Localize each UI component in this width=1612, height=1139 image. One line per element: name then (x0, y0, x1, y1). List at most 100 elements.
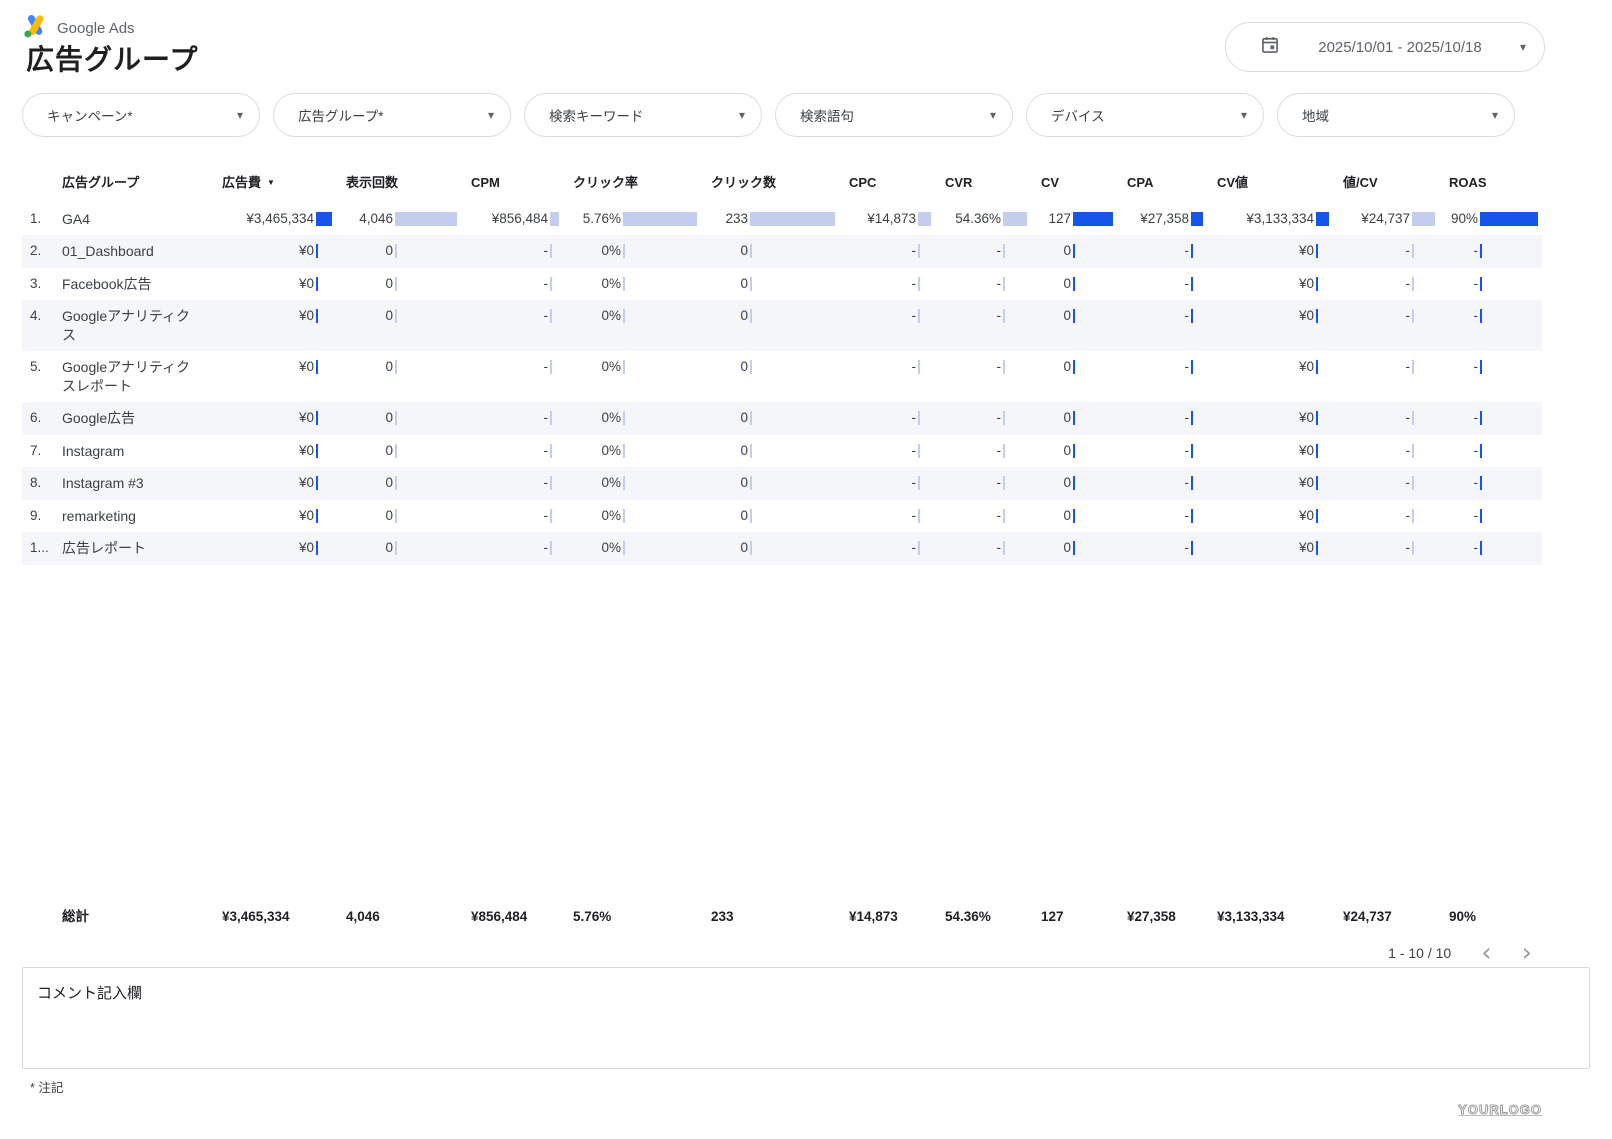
filter-pill-2[interactable]: 広告グループ*▾ (273, 93, 511, 137)
bar-cv (1073, 309, 1075, 323)
bar-cv (1073, 444, 1075, 458)
cell-cpa: - (1127, 435, 1217, 468)
table-row: 4.Googleアナリティクス¥00-0%0--0-¥0-- (22, 300, 1542, 351)
table-header-row: 広告グループ広告費▼表示回数CPMクリック率クリック数CPCCVRCVCPACV… (22, 167, 1542, 203)
cell-value_per_cv: - (1343, 300, 1449, 333)
filter-pill-4[interactable]: 検索語句▾ (775, 93, 1013, 137)
bar-ctr (623, 476, 625, 490)
cell-cv_value: ¥0 (1217, 500, 1343, 533)
prev-page-button[interactable]: ‹ (1481, 943, 1491, 963)
cell-ctr: 0% (573, 351, 711, 384)
column-header-cvr[interactable]: CVR (945, 167, 1041, 203)
table-row: 1.GA4¥3,465,3344,046¥856,4845.76%233¥14,… (22, 203, 1542, 236)
filter-label: 検索語句 (800, 105, 990, 125)
cell-cpc: ¥14,873 (849, 203, 945, 236)
cell-cpc: - (849, 351, 945, 384)
bar-roas (1480, 360, 1482, 374)
cell-ctr: 0% (573, 268, 711, 301)
cell-cpc: - (849, 500, 945, 533)
cell-cv: 127 (1041, 203, 1127, 236)
cell-cpm: - (471, 402, 573, 435)
cell-impressions: 4,046 (346, 203, 471, 236)
cell-ctr: 0% (573, 467, 711, 500)
bar-cv (1073, 244, 1075, 258)
cell-cv: 0 (1041, 300, 1127, 333)
bar-cvr (1003, 212, 1027, 226)
date-range-picker[interactable]: 2025/10/01 - 2025/10/18 ▾ (1225, 22, 1545, 72)
bar-roas (1480, 476, 1482, 490)
column-header-cpa[interactable]: CPA (1127, 167, 1217, 203)
cell-cv: 0 (1041, 268, 1127, 301)
cell-cv_value: ¥0 (1217, 532, 1343, 565)
chevron-down-icon: ▾ (1241, 109, 1247, 121)
row-index: 1... (22, 532, 62, 565)
column-header-cpc[interactable]: CPC (849, 167, 945, 203)
bar-cost (316, 541, 318, 555)
column-header-impressions[interactable]: 表示回数 (346, 167, 471, 203)
table-row: 8.Instagram #3¥00-0%0--0-¥0-- (22, 467, 1542, 500)
cell-roas: - (1449, 467, 1542, 500)
comment-input[interactable]: コメント記入欄 (22, 967, 1590, 1069)
column-header-roas[interactable]: ROAS (1449, 167, 1542, 203)
cell-ctr: 0% (573, 235, 711, 268)
column-header-value_per_cv[interactable]: 値/CV (1343, 167, 1449, 203)
cell-cpm: - (471, 435, 573, 468)
table-spacer (22, 565, 1542, 901)
table-row: 1...広告レポート¥00-0%0--0-¥0-- (22, 532, 1542, 565)
bar-clicks (750, 360, 752, 374)
column-header-clicks[interactable]: クリック数 (711, 167, 849, 203)
row-name: remarketing (62, 500, 222, 533)
cell-cost: ¥0 (222, 402, 346, 435)
bar-cpc (918, 309, 920, 323)
bar-ctr (623, 309, 625, 323)
bar-cpm (550, 444, 552, 458)
total-cpm: ¥856,484 (471, 901, 573, 934)
cell-cv: 0 (1041, 235, 1127, 268)
cell-impressions: 0 (346, 268, 471, 301)
bar-value_per_cv (1412, 411, 1414, 425)
column-header-cost[interactable]: 広告費▼ (222, 167, 346, 203)
filter-pill-1[interactable]: キャンペーン*▾ (22, 93, 260, 137)
total-clicks: 233 (711, 901, 849, 934)
column-header-cv_value[interactable]: CV値 (1217, 167, 1343, 203)
row-name: Googleアナリティクスレポート (62, 351, 222, 402)
cell-impressions: 0 (346, 435, 471, 468)
cell-impressions: 0 (346, 402, 471, 435)
bar-cvr (1003, 541, 1005, 555)
bar-clicks (750, 309, 752, 323)
cell-clicks: 0 (711, 300, 849, 333)
bar-cvr (1003, 360, 1005, 374)
row-index: 1. (22, 203, 62, 236)
column-header-cpm[interactable]: CPM (471, 167, 573, 203)
chevron-down-icon: ▾ (488, 109, 494, 121)
column-header-name[interactable]: 広告グループ (62, 167, 222, 203)
total-cv_value: ¥3,133,334 (1217, 901, 1343, 934)
bar-value_per_cv (1412, 309, 1414, 323)
bar-cpm (550, 360, 552, 374)
bar-cpm (550, 541, 552, 555)
bar-clicks (750, 444, 752, 458)
cell-cpc: - (849, 435, 945, 468)
bar-cost (316, 476, 318, 490)
cell-roas: - (1449, 300, 1542, 333)
pagination-label: 1 - 10 / 10 (1388, 945, 1451, 961)
cell-cvr: - (945, 402, 1041, 435)
next-page-button[interactable]: › (1522, 943, 1532, 963)
bar-cv_value (1316, 212, 1329, 226)
bar-value_per_cv (1412, 444, 1414, 458)
column-header-cv[interactable]: CV (1041, 167, 1127, 203)
bar-roas (1480, 509, 1482, 523)
filter-pill-6[interactable]: 地域▾ (1277, 93, 1515, 137)
bar-cv (1073, 277, 1075, 291)
filter-pill-5[interactable]: デバイス▾ (1026, 93, 1264, 137)
bar-cpa (1191, 444, 1193, 458)
cell-roas: - (1449, 235, 1542, 268)
chevron-down-icon: ▾ (1520, 41, 1526, 53)
cell-cvr: - (945, 500, 1041, 533)
bar-clicks (750, 541, 752, 555)
total-row: 総計¥3,465,3344,046¥856,4845.76%233¥14,873… (22, 901, 1542, 934)
bar-clicks (750, 509, 752, 523)
row-name: Facebook広告 (62, 268, 222, 301)
filter-pill-3[interactable]: 検索キーワード▾ (524, 93, 762, 137)
column-header-ctr[interactable]: クリック率 (573, 167, 711, 203)
